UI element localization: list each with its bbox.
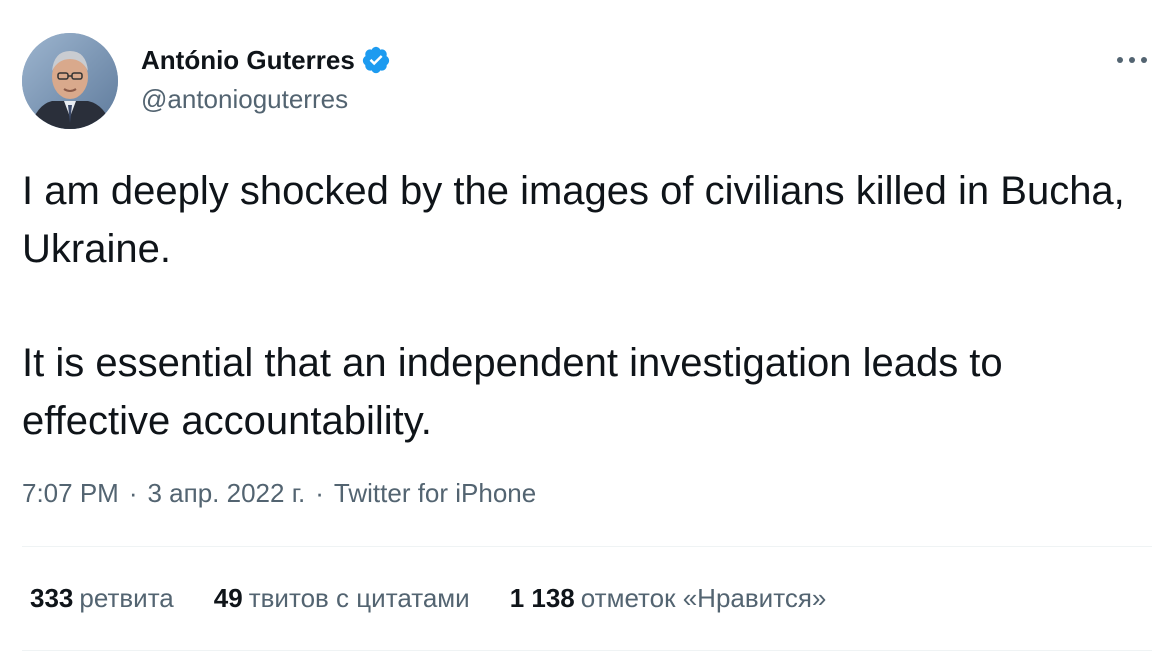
verified-badge-icon [361, 45, 391, 75]
tweet-paragraph: I am deeply shocked by the images of civ… [22, 169, 1125, 271]
retweets-label: ретвита [79, 582, 174, 613]
divider [22, 546, 1152, 547]
tweet-text: I am deeply shocked by the images of civ… [22, 162, 1152, 450]
retweets-stat[interactable]: 333 ретвита [30, 583, 174, 614]
quote-tweets-stat[interactable]: 49 твитов с цитатами [214, 583, 470, 614]
tweet-paragraph: It is essential that an independent inve… [22, 341, 1003, 443]
tweet-stats: 333 ретвита 49 твитов с цитатами 1 138 отме… [30, 580, 866, 616]
likes-stat[interactable]: 1 138 отметок «Нравится» [510, 583, 827, 614]
quote-tweets-label: твитов с цитатами [248, 582, 470, 613]
tweet-source[interactable]: Twitter for iPhone [334, 478, 536, 509]
meta-separator: · [128, 477, 138, 508]
author-avatar[interactable] [22, 33, 118, 129]
quote-tweets-count: 49 [213, 582, 243, 613]
author-handle[interactable]: @antonioguterres [141, 84, 348, 115]
retweets-count: 333 [30, 582, 74, 613]
tweet-date[interactable]: 3 апр. 2022 г. [148, 478, 306, 509]
tweet-card: António Guterres @antonioguterres I am d… [0, 0, 1171, 652]
meta-separator: · [315, 477, 324, 508]
likes-label: отметок «Нравится» [580, 582, 827, 613]
more-options-icon[interactable] [1114, 46, 1150, 74]
likes-count: 1 138 [509, 582, 575, 613]
avatar-photo-icon [22, 33, 118, 129]
tweet-meta: 7:07 PM · 3 апр. 2022 г. · Twitter for i… [22, 475, 536, 511]
author-name-row: António Guterres [141, 42, 391, 78]
tweet-time[interactable]: 7:07 PM [22, 478, 119, 509]
divider [22, 650, 1152, 651]
author-display-name[interactable]: António Guterres [141, 45, 355, 76]
